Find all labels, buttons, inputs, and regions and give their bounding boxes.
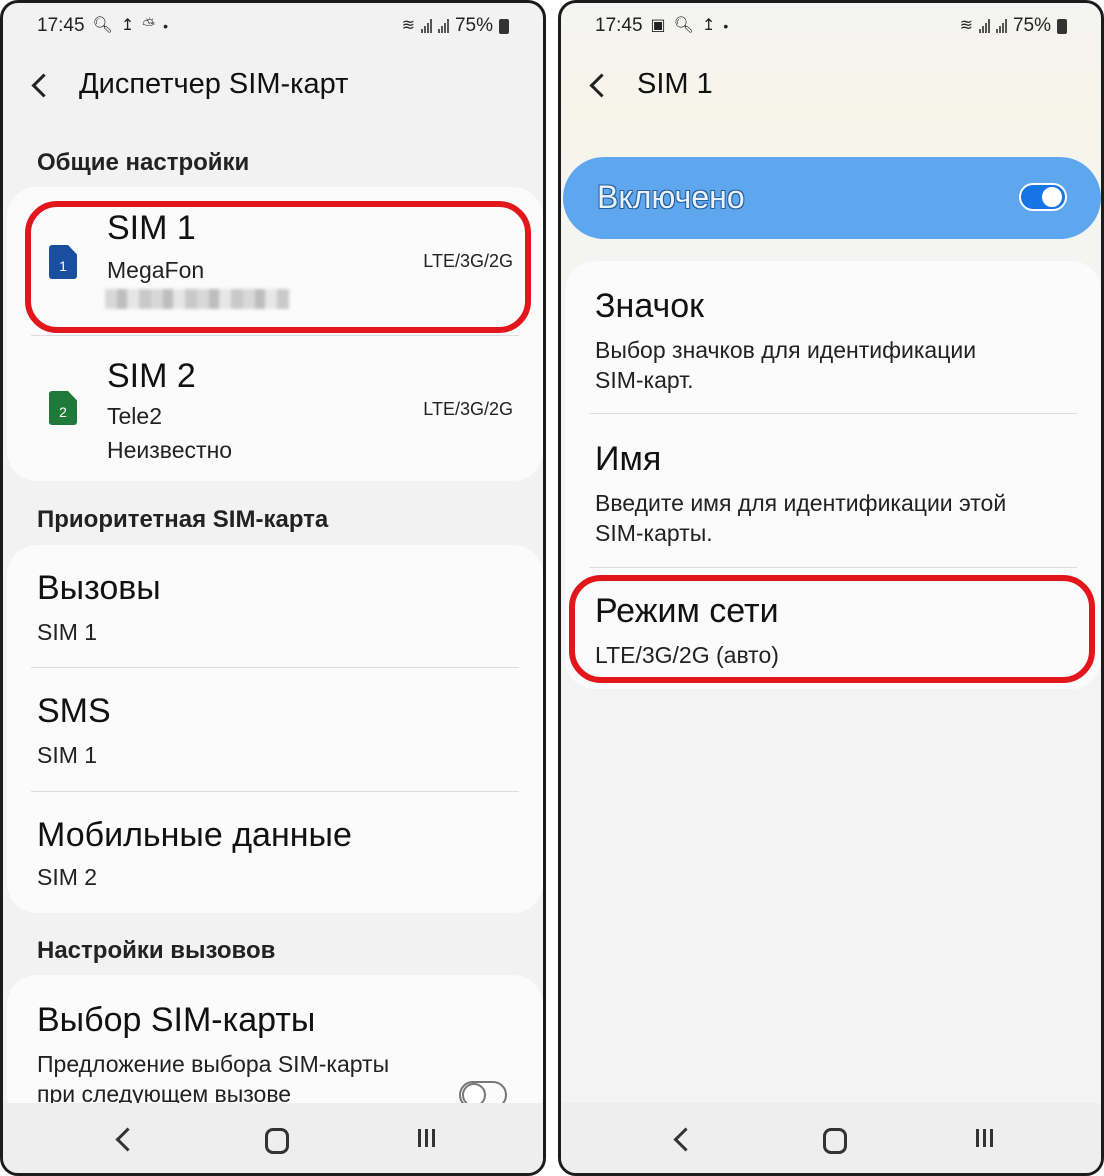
battery-percent: 75%	[1012, 15, 1051, 36]
sim-list-item-2[interactable]: 2 SIM 2 Tele2 Неизвестно LTE/3G/2G	[7, 335, 543, 481]
upload-icon: ↥	[701, 17, 716, 34]
sim-network: LTE/3G/2G	[423, 251, 513, 271]
item-title: Выбор SIM-карты	[37, 1001, 316, 1039]
sim-name: SIM 1	[107, 209, 196, 247]
sim-card-icon: 2	[49, 391, 77, 425]
wifi-icon: ≋	[959, 17, 973, 34]
section-title-calls: Настройки вызовов	[37, 937, 276, 964]
upload-icon: ↥	[120, 17, 135, 34]
status-time: 17:45	[595, 15, 643, 36]
item-title: Вызовы	[37, 569, 161, 607]
sim-operator: Tele2	[107, 403, 162, 429]
item-desc: Предложение выбора SIM-карты	[37, 1051, 390, 1077]
gallery-icon: ▣	[650, 17, 666, 34]
sim-detail-screen: 17:45 ▣ 🔍︎ ↥ • ≋ 75% SIM 1 Включено Знач…	[558, 0, 1104, 1176]
blurred-phone-number	[105, 289, 289, 309]
battery-percent: 75%	[454, 15, 493, 36]
search-icon: 🔍︎	[673, 17, 694, 34]
signal-icon	[420, 19, 432, 33]
notification-dot-icon: •	[723, 18, 729, 34]
item-desc: SIM-карт.	[595, 367, 694, 393]
wifi-icon: ≋	[401, 17, 415, 34]
sim-list-item-1[interactable]: 1 SIM 1 MegaFon LTE/3G/2G	[7, 187, 543, 333]
signal-icon	[978, 19, 990, 33]
item-value: SIM 1	[37, 619, 98, 645]
battery-icon	[499, 18, 509, 34]
signal-icon	[437, 19, 449, 33]
signal-icon	[995, 19, 1007, 33]
item-value: SIM 2	[37, 864, 98, 890]
nav-back-icon[interactable]	[107, 1121, 143, 1157]
item-desc: Введите имя для идентификации этой	[595, 490, 1007, 516]
notification-dot-icon: •	[163, 18, 168, 34]
page-title: Диспетчер SIM-карт	[79, 67, 349, 100]
weather-icon: ⛅︎	[142, 17, 156, 34]
sim-card-icon: 1	[49, 245, 77, 279]
battery-icon	[1057, 18, 1067, 34]
app-bar: Диспетчер SIM-карт	[27, 61, 519, 107]
item-title: Значок	[595, 287, 704, 325]
sim-name: SIM 2	[107, 357, 196, 395]
sim-enable-toggle[interactable]	[1019, 183, 1067, 211]
item-title: Мобильные данные	[37, 816, 352, 854]
sim-enable-switch-bar[interactable]: Включено	[563, 157, 1101, 239]
item-title: Имя	[595, 440, 662, 478]
navigation-bar	[561, 1103, 1101, 1173]
chevron-left-icon[interactable]	[27, 69, 57, 99]
page-title: SIM 1	[637, 67, 713, 100]
sim-settings-card: Значок Выбор значков для идентификации S…	[565, 261, 1101, 689]
status-bar: 17:45 🔍︎ ↥ ⛅︎ • ≋ 75%	[37, 13, 509, 39]
app-bar: SIM 1	[585, 61, 1077, 107]
item-desc: Выбор значков для идентификации	[595, 337, 977, 363]
nav-home-icon[interactable]	[815, 1121, 851, 1157]
sim-operator: MegaFon	[107, 257, 205, 283]
section-title-general: Общие настройки	[37, 149, 250, 176]
priority-item-mobile-data[interactable]: Мобильные данные SIM 2	[7, 792, 543, 913]
sim-manager-screen: 17:45 🔍︎ ↥ ⛅︎ • ≋ 75% Диспетчер SIM-карт…	[0, 0, 546, 1176]
priority-card: Вызовы SIM 1 SMS SIM 1 Мобильные данные …	[7, 545, 543, 913]
status-bar: 17:45 ▣ 🔍︎ ↥ • ≋ 75%	[595, 13, 1067, 39]
item-value: LTE/3G/2G (авто)	[595, 642, 779, 668]
priority-item-sms[interactable]: SMS SIM 1	[7, 668, 543, 790]
status-time: 17:45	[37, 15, 85, 36]
item-title: Режим сети	[595, 592, 779, 630]
section-title-priority: Приоритетная SIM-карта	[37, 506, 329, 533]
item-value: SIM 1	[37, 742, 98, 768]
settings-item-name[interactable]: Имя Введите имя для идентификации этой S…	[565, 414, 1101, 566]
item-title: SMS	[37, 692, 111, 730]
nav-recent-icon[interactable]	[409, 1121, 445, 1157]
sim-network: LTE/3G/2G	[423, 399, 513, 419]
settings-item-icon[interactable]: Значок Выбор значков для идентификации S…	[565, 261, 1101, 413]
nav-home-icon[interactable]	[257, 1121, 293, 1157]
item-desc: SIM-карты.	[595, 520, 713, 546]
nav-recent-icon[interactable]	[967, 1121, 1003, 1157]
priority-item-calls[interactable]: Вызовы SIM 1	[7, 545, 543, 667]
nav-back-icon[interactable]	[665, 1121, 701, 1157]
sim-list-card: 1 SIM 1 MegaFon LTE/3G/2G 2 SIM 2 Tele2 …	[7, 187, 543, 481]
chevron-left-icon[interactable]	[585, 69, 615, 99]
search-icon: 🔍︎	[92, 17, 113, 34]
enabled-label: Включено	[597, 179, 745, 215]
sim-status: Неизвестно	[107, 437, 233, 463]
navigation-bar	[3, 1103, 543, 1173]
settings-item-network-mode[interactable]: Режим сети LTE/3G/2G (авто)	[565, 568, 1101, 689]
